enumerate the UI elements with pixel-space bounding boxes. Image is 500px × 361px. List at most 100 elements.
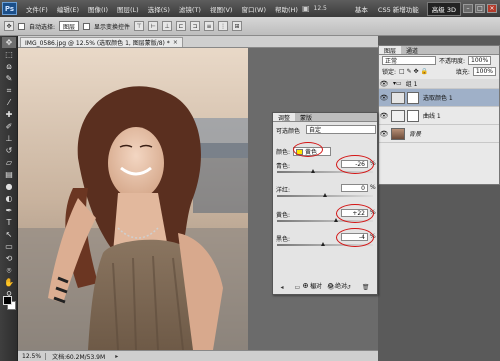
layer-mask-thumbnail — [407, 109, 419, 122]
preset-select[interactable]: 自定 — [306, 125, 376, 134]
workspace-advanced-3d[interactable]: 高级 3D — [426, 1, 461, 16]
eye-icon[interactable]: 👁 — [327, 284, 335, 291]
slider-thumb[interactable] — [311, 169, 315, 173]
align-left-icon[interactable]: ⊏ — [176, 21, 187, 31]
show-transform-checkbox[interactable] — [83, 22, 91, 30]
fill-input[interactable]: 100% — [472, 67, 496, 76]
adjustments-panel: 调整 蒙版 可选颜色 自定 颜色: 黄色 青色: -26% 洋红: 0% 黄色: +22%… — [272, 112, 378, 295]
slider-thumb[interactable] — [334, 218, 338, 222]
3d-rotate-icon[interactable]: ⟲ — [2, 253, 16, 264]
close-button[interactable]: × — [487, 4, 497, 13]
distribute-horizontal-icon[interactable]: ⋮ — [218, 21, 229, 31]
layer-name: 选取颜色 1 — [423, 95, 453, 102]
3d-camera-icon[interactable]: ⌾ — [2, 265, 16, 276]
crop-tool-icon[interactable]: ⌗ — [2, 85, 16, 96]
align-middle-icon[interactable]: ⊢ — [148, 21, 159, 31]
trash-icon[interactable]: 🗑 — [362, 284, 370, 291]
path-select-icon[interactable]: ↖ — [2, 229, 16, 240]
move-tool-icon[interactable]: ✥ — [2, 37, 16, 48]
align-center-icon[interactable]: ⊐ — [190, 21, 201, 31]
quick-select-tool-icon[interactable]: ✎ — [2, 73, 16, 84]
maximize-button[interactable]: □ — [475, 4, 485, 13]
layer-row[interactable]: 👁 ▾▭ 组 1 — [379, 79, 499, 89]
lasso-tool-icon[interactable]: ɷ — [2, 61, 16, 72]
tab-channels[interactable]: 通道 — [401, 46, 423, 55]
menu-window[interactable]: 窗口(W) — [241, 4, 266, 14]
eye-icon[interactable]: 👁 — [379, 94, 389, 102]
menu-file[interactable]: 文件(F) — [26, 4, 48, 14]
close-icon[interactable]: × — [173, 39, 178, 46]
status-zoom[interactable]: 12.5% — [18, 352, 47, 360]
blend-mode-select[interactable]: 正常 — [382, 56, 436, 65]
history-brush-icon[interactable]: ↺ — [2, 145, 16, 156]
slider-thumb[interactable] — [323, 193, 327, 197]
blur-tool-icon[interactable]: ● — [2, 181, 16, 192]
lock-icons[interactable]: □ ✎ ✥ 🔒 — [399, 68, 428, 75]
highlight-circle — [336, 204, 374, 223]
eyedropper-tool-icon[interactable]: ⁄ — [2, 97, 16, 108]
menu-layer[interactable]: 图层(L) — [117, 4, 139, 14]
foreground-color-swatch[interactable] — [3, 296, 12, 305]
clip-icon[interactable]: ⊙ — [311, 284, 316, 291]
back-arrow-icon[interactable]: ◂ — [281, 284, 284, 291]
healing-brush-icon[interactable]: ✚ — [2, 109, 16, 120]
minimize-button[interactable]: – — [463, 4, 473, 13]
document-tab[interactable]: IMG_0586.jpg @ 12.5% (选取颜色 1, 图层蒙版/8) * … — [20, 37, 183, 47]
shape-tool-icon[interactable]: ▭ — [2, 241, 16, 252]
tab-layers[interactable]: 图层 — [379, 46, 402, 55]
dodge-tool-icon[interactable]: ◐ — [2, 193, 16, 204]
menu-bar: Ps 文件(F) 编辑(E) 图像(I) 图层(L) 选择(S) 滤镜(T) 视… — [0, 0, 500, 17]
adjustment-value-input[interactable]: 0 — [341, 184, 368, 192]
menu-help[interactable]: 帮助(H) — [275, 4, 298, 14]
eraser-tool-icon[interactable]: ▱ — [2, 157, 16, 168]
distribute-icon[interactable]: ≡ — [204, 21, 215, 31]
menu-image[interactable]: 图像(I) — [88, 4, 108, 14]
type-tool-icon[interactable]: T — [2, 217, 16, 228]
adjustment-row-label: 青色: — [276, 163, 291, 170]
marquee-tool-icon[interactable]: ⬚ — [2, 49, 16, 60]
status-bar: 12.5% 文档:60.2M/53.9M ▸ — [18, 350, 378, 361]
adjustments-footer: ◂ ▭ ⊙ 👁 ↺ 🗑 — [275, 283, 375, 292]
gradient-tool-icon[interactable]: ▤ — [2, 169, 16, 180]
zoom-level[interactable]: 12.5 — [314, 5, 327, 12]
layer-row[interactable]: 👁 曲线 1 — [379, 107, 499, 125]
layers-panel-tabs: 图层 通道 — [379, 46, 499, 55]
tab-masks[interactable]: 蒙版 — [295, 113, 317, 122]
tab-adjustments[interactable]: 调整 — [273, 113, 296, 122]
menu-edit[interactable]: 编辑(E) — [57, 4, 79, 14]
move-tool-icon[interactable]: ✥ — [4, 21, 14, 31]
workspace-new-features[interactable]: CS5 新增功能 — [378, 4, 419, 14]
menu-view[interactable]: 视图(V) — [210, 4, 233, 14]
pen-tool-icon[interactable]: ✒ — [2, 205, 16, 216]
workspace-basic[interactable]: 基本 — [355, 4, 368, 14]
fill-label: 填充: — [455, 69, 470, 76]
auto-select-dropdown[interactable]: 图层 — [59, 21, 80, 31]
auto-select-label: 自动选择: — [29, 23, 56, 31]
photoshop-logo: Ps — [2, 2, 17, 15]
adjustment-row-label: 黄色: — [276, 212, 291, 219]
menu-filter[interactable]: 滤镜(T) — [179, 4, 201, 14]
adjustment-title: 可选颜色 — [276, 128, 301, 135]
adjustment-slider[interactable] — [277, 193, 373, 197]
opacity-input[interactable]: 100% — [468, 56, 492, 65]
align-bottom-icon[interactable]: ⊥ — [162, 21, 173, 31]
auto-select-checkbox[interactable] — [18, 22, 25, 30]
brush-tool-icon[interactable]: ✐ — [2, 121, 16, 132]
layer-row[interactable]: 👁 选取颜色 1 — [379, 89, 499, 107]
percent-sign: % — [370, 184, 376, 191]
auto-align-icon[interactable]: ⊞ — [232, 21, 243, 31]
highlight-circle — [293, 142, 323, 157]
eye-icon[interactable]: 👁 — [379, 130, 389, 138]
slider-thumb[interactable] — [321, 242, 325, 246]
menu-select[interactable]: 选择(S) — [148, 4, 170, 14]
align-top-icon[interactable]: ⊤ — [134, 21, 145, 31]
status-arrow-icon[interactable]: ▸ — [115, 353, 118, 360]
bridge-icon[interactable]: ▣ — [302, 4, 310, 13]
eye-icon[interactable]: 👁 — [379, 112, 389, 120]
eye-icon[interactable]: 👁 — [379, 80, 389, 88]
layer-row[interactable]: 👁 背景 — [379, 125, 499, 143]
hand-tool-icon[interactable]: ✋ — [2, 277, 16, 288]
panel-icon[interactable]: ▭ — [295, 284, 301, 291]
clone-stamp-icon[interactable]: ⊥ — [2, 133, 16, 144]
reset-icon[interactable]: ↺ — [346, 284, 351, 291]
